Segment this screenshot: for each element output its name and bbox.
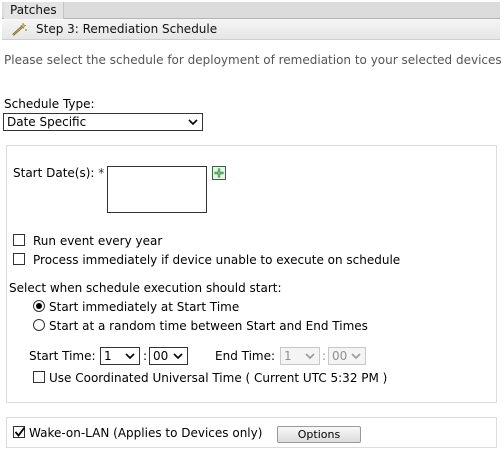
schedule-type-select[interactable]: Date Specific [3,113,203,131]
intro-text: Please select the schedule for deploymen… [4,53,502,67]
start-dates-label-text: Start Date(s): [13,166,95,180]
schedule-panel [6,145,497,403]
chevron-down-icon [351,353,361,360]
execution-label: Select when schedule execution should st… [9,281,282,295]
start-random-radio[interactable] [33,319,45,331]
utc-checkbox[interactable] [33,371,45,383]
schedule-type-label: Schedule Type: [4,97,95,111]
start-hour-value: 1 [104,349,112,363]
options-button[interactable]: Options [277,426,361,443]
start-minute-value: 00 [153,349,169,363]
start-immediately-label: Start immediately at Start Time [49,300,240,314]
required-mark: * [98,166,105,180]
chevron-down-icon [173,353,183,360]
start-time-label: Start Time: [29,349,96,363]
chevron-down-icon [188,119,198,126]
start-dates-list[interactable] [107,166,207,213]
checkmark-icon [14,426,26,437]
step-title: Step 3: Remediation Schedule [36,22,218,36]
utc-label: Use Coordinated Universal Time ( Current… [49,371,388,385]
start-time-separator: : [143,349,148,363]
chevron-down-icon [125,353,135,360]
schedule-type-value: Date Specific [7,115,87,129]
wol-label: Wake-on-LAN (Applies to Devices only) [29,426,263,440]
process-immediately-checkbox[interactable] [13,253,25,265]
start-dates-label: Start Date(s): * [13,166,104,180]
end-minute-value: 00 [332,349,348,363]
end-hour-select[interactable]: 1 [280,347,320,365]
add-date-icon[interactable] [212,166,226,180]
start-minute-select[interactable]: 00 [149,347,188,365]
end-minute-select[interactable]: 00 [328,347,366,365]
start-random-label: Start at a random time between Start and… [49,319,368,333]
wand-icon [12,22,27,36]
end-hour-value: 1 [284,349,292,363]
run-every-year-label: Run event every year [33,234,163,248]
start-immediately-radio[interactable] [33,300,45,312]
tab-patches[interactable]: Patches [4,2,64,19]
wol-checkbox[interactable] [13,426,26,438]
tab-bar: Patches [2,2,500,19]
end-time-label: End Time: [215,349,276,363]
process-immediately-label: Process immediately if device unable to … [33,253,401,267]
step-header: Step 3: Remediation Schedule [2,19,500,40]
start-hour-select[interactable]: 1 [100,347,140,365]
end-time-separator: : [322,349,327,363]
run-every-year-checkbox[interactable] [13,234,25,246]
chevron-down-icon [305,353,315,360]
